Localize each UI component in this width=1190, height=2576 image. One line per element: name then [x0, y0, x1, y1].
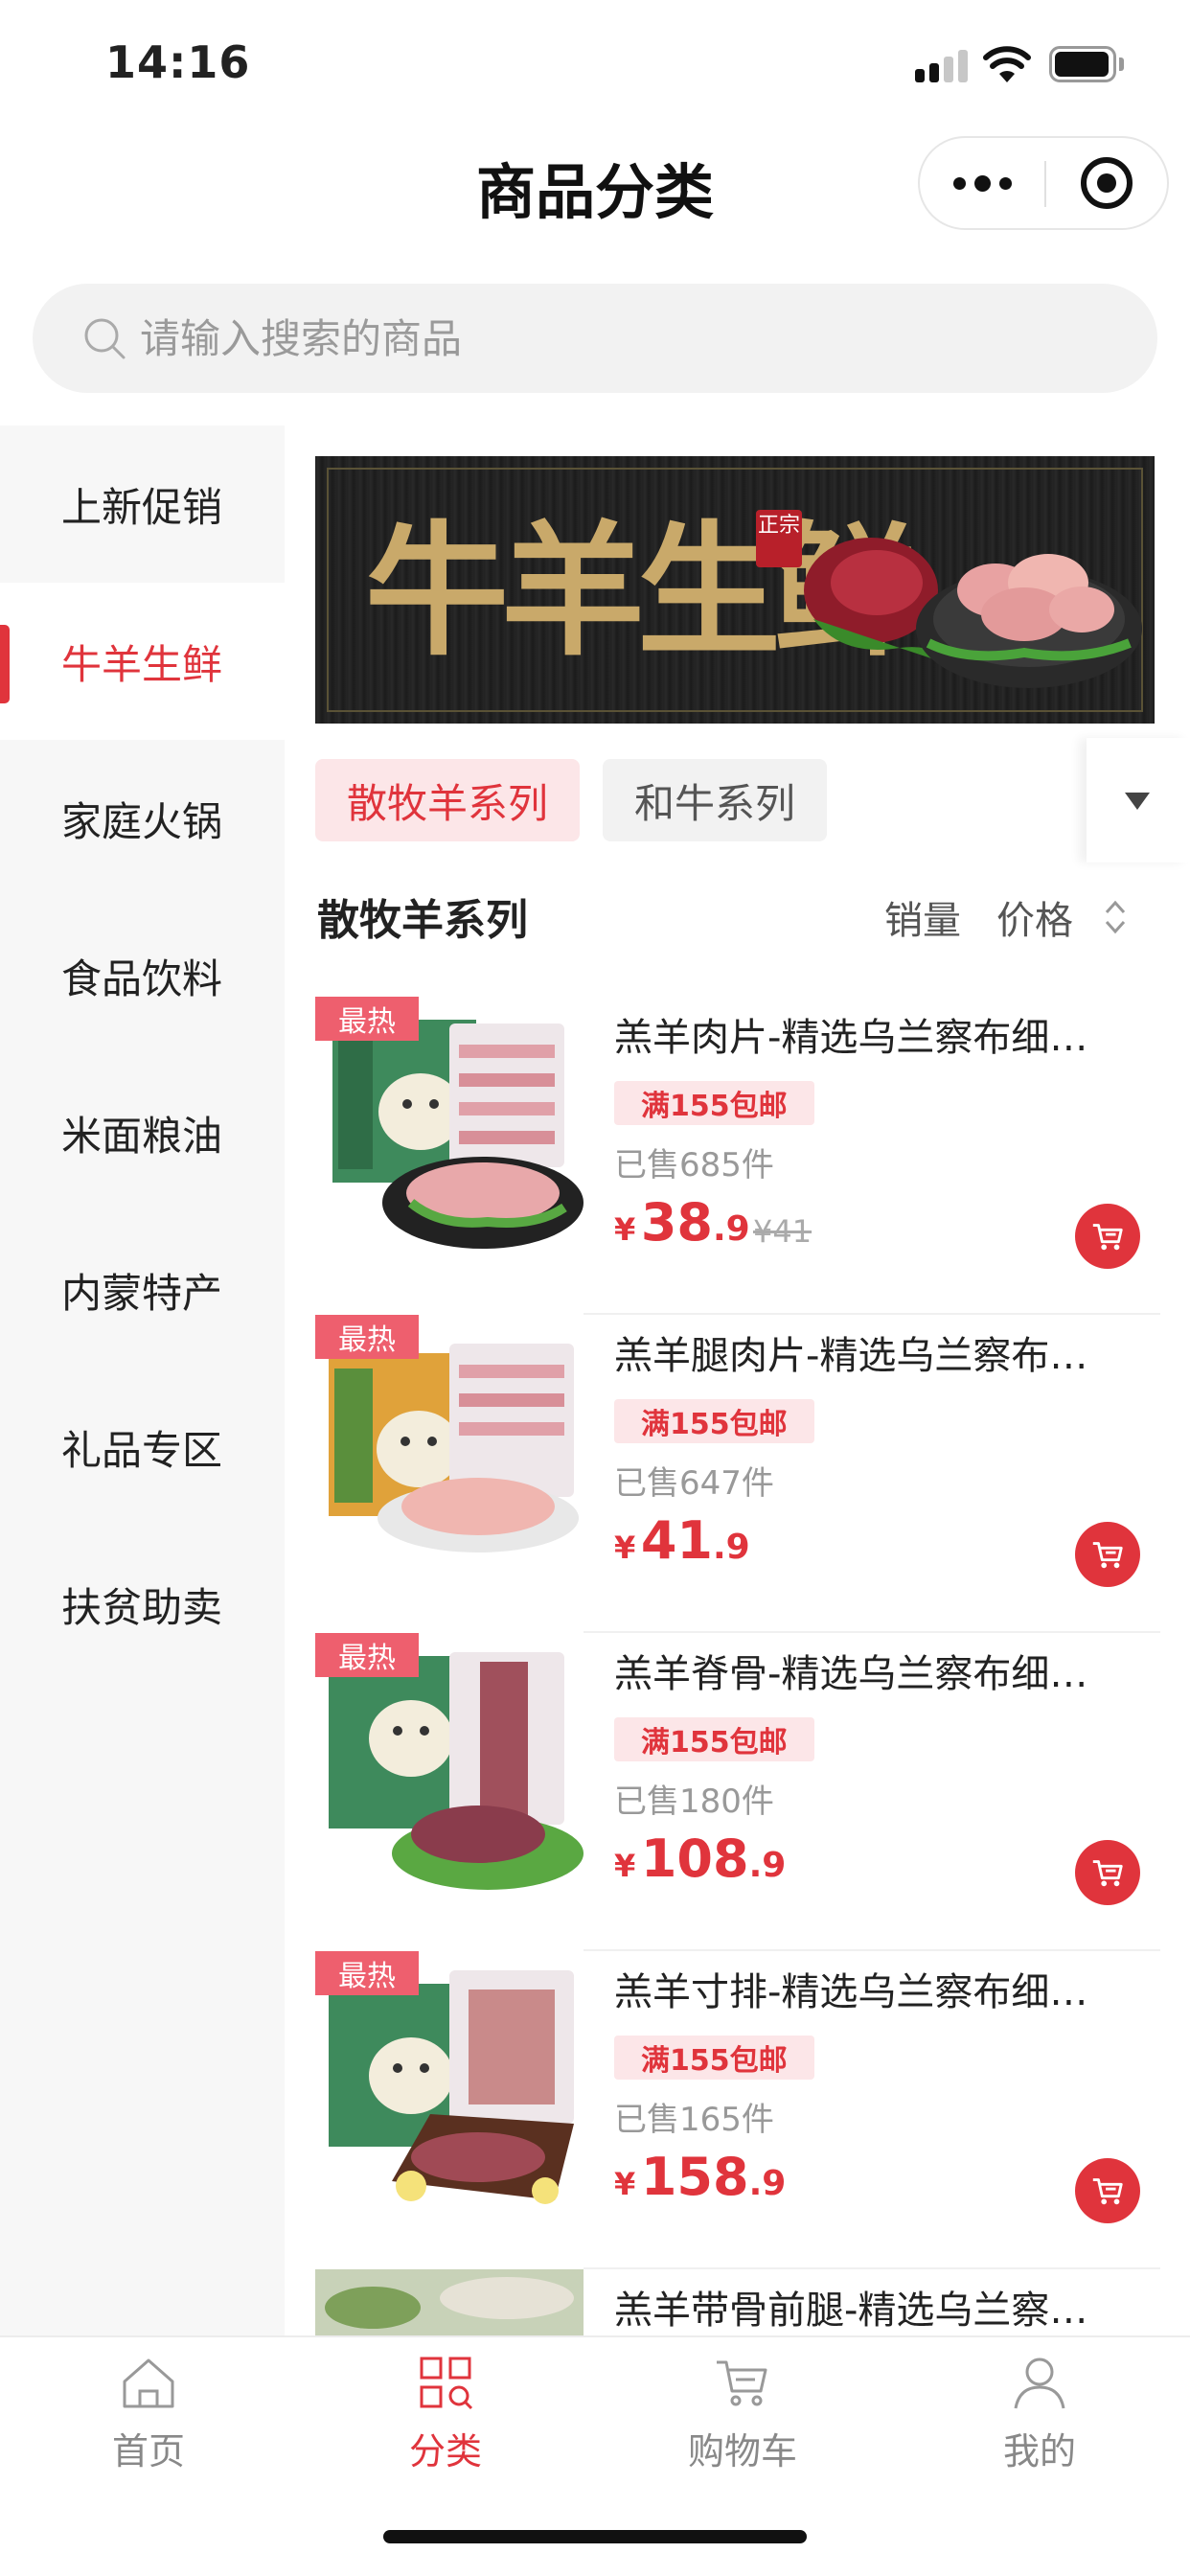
- product-name[interactable]: 羔羊脊骨-精选乌兰察布细…: [614, 1643, 1151, 1698]
- tabs-expand-button[interactable]: [1087, 738, 1190, 862]
- sidebar-item-food-drinks[interactable]: 食品饮料: [0, 897, 285, 1054]
- wifi-icon: [983, 46, 1031, 82]
- product-price: ¥ 41.9: [614, 1510, 750, 1571]
- tab-cart-label: 购物车: [687, 2430, 797, 2472]
- search-icon: [84, 318, 126, 359]
- tab-profile-label: 我的: [1002, 2430, 1076, 2472]
- category-sidebar: 上新促销 牛羊生鲜 家庭火锅 食品饮料 米面粮油 内蒙特产 礼品专区 扶贫助卖: [0, 426, 285, 2335]
- shipping-tag: 满155包邮: [614, 1717, 814, 1761]
- price-currency: ¥: [614, 1211, 636, 1248]
- sidebar-item-new-promo[interactable]: 上新促销: [0, 426, 285, 583]
- price-integer: 158: [640, 2147, 749, 2207]
- tab-profile[interactable]: 我的: [891, 2337, 1188, 2491]
- sort-arrows-icon[interactable]: [1103, 897, 1128, 937]
- cart-icon: [1092, 1224, 1123, 1251]
- add-to-cart-button[interactable]: [1075, 1204, 1140, 1269]
- meat-image: [804, 538, 1142, 688]
- cart-icon: [1092, 1542, 1123, 1569]
- product-item[interactable]: 最热 羔羊脊骨-精选乌兰察布细… 满155包邮 已售180件 ¥ 108.9: [315, 1633, 1160, 1951]
- sold-count: 已售647件: [614, 1464, 774, 1503]
- mini-program-capsule: [918, 136, 1169, 230]
- sidebar-item-hotpot[interactable]: 家庭火锅: [0, 740, 285, 897]
- category-icon: [420, 2357, 473, 2410]
- product-name[interactable]: 羔羊肉片-精选乌兰察布细…: [614, 1006, 1151, 1062]
- section-title: 散牧羊系列: [317, 896, 528, 945]
- add-to-cart-button[interactable]: [1075, 1522, 1140, 1587]
- product-item[interactable]: 最热 羔羊肉片-精选乌兰察布细… 满155包邮 已售685件 ¥ 38.9 ¥4…: [315, 997, 1160, 1315]
- shipping-tag: 满155包邮: [614, 1399, 814, 1443]
- add-to-cart-button[interactable]: [1075, 2158, 1140, 2223]
- price-currency: ¥: [614, 1530, 636, 1566]
- price-decimal: .9: [713, 1209, 750, 1249]
- triangle-down-icon: [1125, 793, 1150, 810]
- status-bar: 14:16: [0, 0, 1190, 125]
- hot-badge: 最热: [315, 1633, 419, 1677]
- status-time: 14:16: [105, 36, 251, 88]
- category-banner[interactable]: 牛羊生鲜 正宗: [315, 456, 1155, 724]
- shipping-tag: 满155包邮: [614, 2036, 814, 2080]
- product-item[interactable]: 最热 羔羊腿肉片-精选乌兰察布… 满155包邮 已售647件 ¥ 41.9: [315, 1315, 1160, 1633]
- close-mini-program-icon[interactable]: [1081, 157, 1133, 209]
- sold-count: 已售180件: [614, 1782, 774, 1821]
- home-icon: [123, 2358, 174, 2408]
- price-integer: 41: [640, 1510, 713, 1571]
- search-bar[interactable]: [33, 284, 1157, 393]
- cart-icon: [1092, 1860, 1123, 1887]
- sidebar-item-fresh-meat[interactable]: 牛羊生鲜: [0, 583, 285, 740]
- product-name[interactable]: 羔羊腿肉片-精选乌兰察布…: [614, 1324, 1151, 1380]
- battery-icon: [1049, 46, 1124, 82]
- product-price: ¥ 158.9: [614, 2147, 786, 2207]
- home-indicator: [383, 2530, 807, 2543]
- product-item[interactable]: 羔羊带骨前腿-精选乌兰察…: [315, 2269, 1160, 2335]
- product-name[interactable]: 羔羊带骨前腿-精选乌兰察…: [614, 2279, 1151, 2334]
- product-image[interactable]: [315, 2269, 584, 2335]
- sold-count: 已售685件: [614, 1146, 774, 1184]
- price-decimal: .9: [748, 1846, 787, 1885]
- shipping-tag: 满155包邮: [614, 1081, 814, 1125]
- original-price: ¥41: [753, 1213, 812, 1250]
- capsule-divider: [1044, 161, 1046, 207]
- user-icon: [1014, 2358, 1065, 2409]
- sidebar-item-gifts[interactable]: 礼品专区: [0, 1368, 285, 1526]
- hot-badge: 最热: [315, 1951, 419, 1995]
- price-decimal: .9: [713, 1528, 750, 1567]
- search-input[interactable]: [140, 284, 1098, 393]
- price-integer: 38: [640, 1192, 713, 1253]
- sidebar-item-poverty-aid[interactable]: 扶贫助卖: [0, 1526, 285, 1683]
- tab-home[interactable]: 首页: [0, 2337, 297, 2491]
- product-name[interactable]: 羔羊寸排-精选乌兰察布细…: [614, 1961, 1151, 2016]
- price-currency: ¥: [614, 2166, 636, 2202]
- cart-icon: [1092, 2178, 1123, 2205]
- hot-badge: 最热: [315, 997, 419, 1041]
- sort-by-price[interactable]: 价格: [996, 889, 1073, 945]
- tab-cart[interactable]: 购物车: [594, 2337, 891, 2491]
- price-decimal: .9: [748, 2164, 787, 2203]
- sidebar-item-specialty[interactable]: 内蒙特产: [0, 1211, 285, 1368]
- sold-count: 已售165件: [614, 2101, 774, 2139]
- tab-sanmu-lamb[interactable]: 散牧羊系列: [315, 759, 580, 841]
- sort-by-sales[interactable]: 销量: [884, 889, 961, 945]
- tab-category-label: 分类: [408, 2430, 482, 2472]
- cellular-signal-icon: [915, 48, 969, 82]
- product-item[interactable]: 最热 羔羊寸排-精选乌兰察布细… 满155包邮 已售165件 ¥ 158.9: [315, 1951, 1160, 2269]
- product-price: ¥ 108.9: [614, 1828, 786, 1889]
- hot-badge: 最热: [315, 1315, 419, 1359]
- more-options-button[interactable]: [920, 138, 1044, 228]
- price-integer: 108: [640, 1828, 749, 1889]
- sidebar-item-grain-oil[interactable]: 米面粮油: [0, 1054, 285, 1211]
- tab-wagyu[interactable]: 和牛系列: [603, 759, 827, 841]
- tab-category[interactable]: 分类: [297, 2337, 594, 2491]
- product-price: ¥ 38.9: [614, 1192, 750, 1253]
- cart-icon: [717, 2360, 767, 2406]
- tab-home-label: 首页: [111, 2430, 185, 2472]
- add-to-cart-button[interactable]: [1075, 1840, 1140, 1905]
- price-currency: ¥: [614, 1848, 636, 1884]
